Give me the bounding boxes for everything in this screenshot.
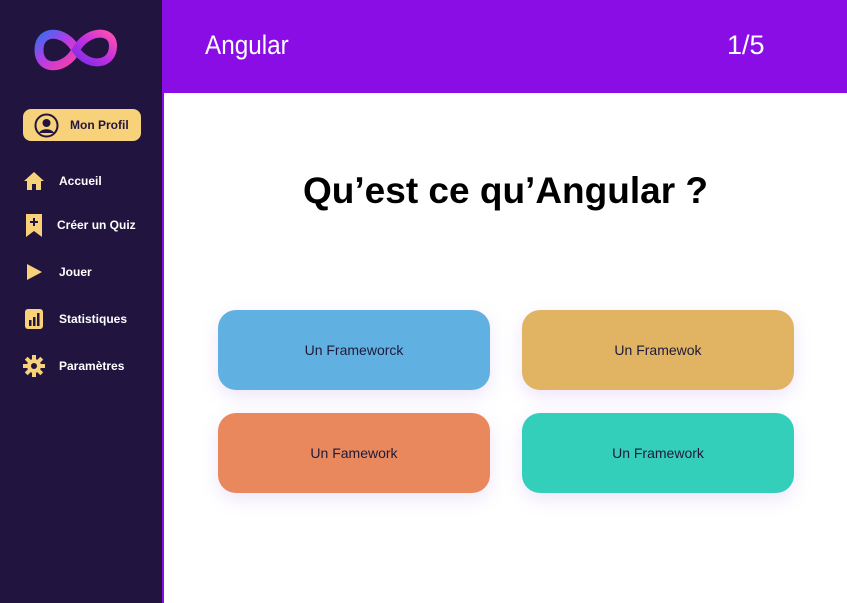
- sidebar-item-parametres[interactable]: Paramètres: [23, 352, 158, 380]
- sidebar-item-jouer[interactable]: Jouer: [23, 258, 158, 286]
- sidebar-item-creer-quiz[interactable]: Créer un Quiz: [23, 211, 158, 239]
- answer-button-4[interactable]: Un Framework: [522, 413, 794, 493]
- sidebar-item-label: Créer un Quiz: [57, 218, 136, 232]
- answer-button-3[interactable]: Un Famework: [218, 413, 490, 493]
- profile-button[interactable]: Mon Profil: [23, 109, 141, 141]
- user-avatar-icon: [34, 113, 59, 137]
- answer-label: Un Frameworck: [304, 342, 404, 358]
- answer-label: Un Famework: [310, 445, 398, 461]
- sidebar-item-label: Jouer: [59, 265, 92, 279]
- bookmark-plus-icon: [23, 213, 45, 237]
- bar-chart-icon: [23, 307, 45, 331]
- home-icon: [23, 169, 45, 193]
- sidebar-item-statistiques[interactable]: Statistiques: [23, 305, 158, 333]
- sidebar-item-label: Accueil: [59, 174, 102, 188]
- sidebar-item-label: Statistiques: [59, 312, 128, 326]
- sidebar: Mon Profil Accueil Créer un Quiz Jouer S…: [0, 0, 164, 603]
- gear-icon: [23, 354, 45, 378]
- answer-label: Un Framewok: [614, 342, 702, 358]
- answer-button-1[interactable]: Un Frameworck: [218, 310, 490, 390]
- quiz-title: Angular: [205, 30, 289, 60]
- question-text: Qu’est ce qu’Angular ?: [303, 170, 708, 211]
- play-icon: [23, 260, 45, 284]
- profile-label: Mon Profil: [70, 118, 129, 132]
- sidebar-item-accueil[interactable]: Accueil: [23, 167, 158, 195]
- answer-label: Un Framework: [612, 445, 704, 461]
- infinity-logo-icon: [34, 29, 118, 71]
- sidebar-item-label: Paramètres: [59, 359, 125, 373]
- question-counter: 1/5: [727, 30, 765, 60]
- answer-button-2[interactable]: Un Framewok: [522, 310, 794, 390]
- header-bar: Angular 1/5: [164, 0, 847, 93]
